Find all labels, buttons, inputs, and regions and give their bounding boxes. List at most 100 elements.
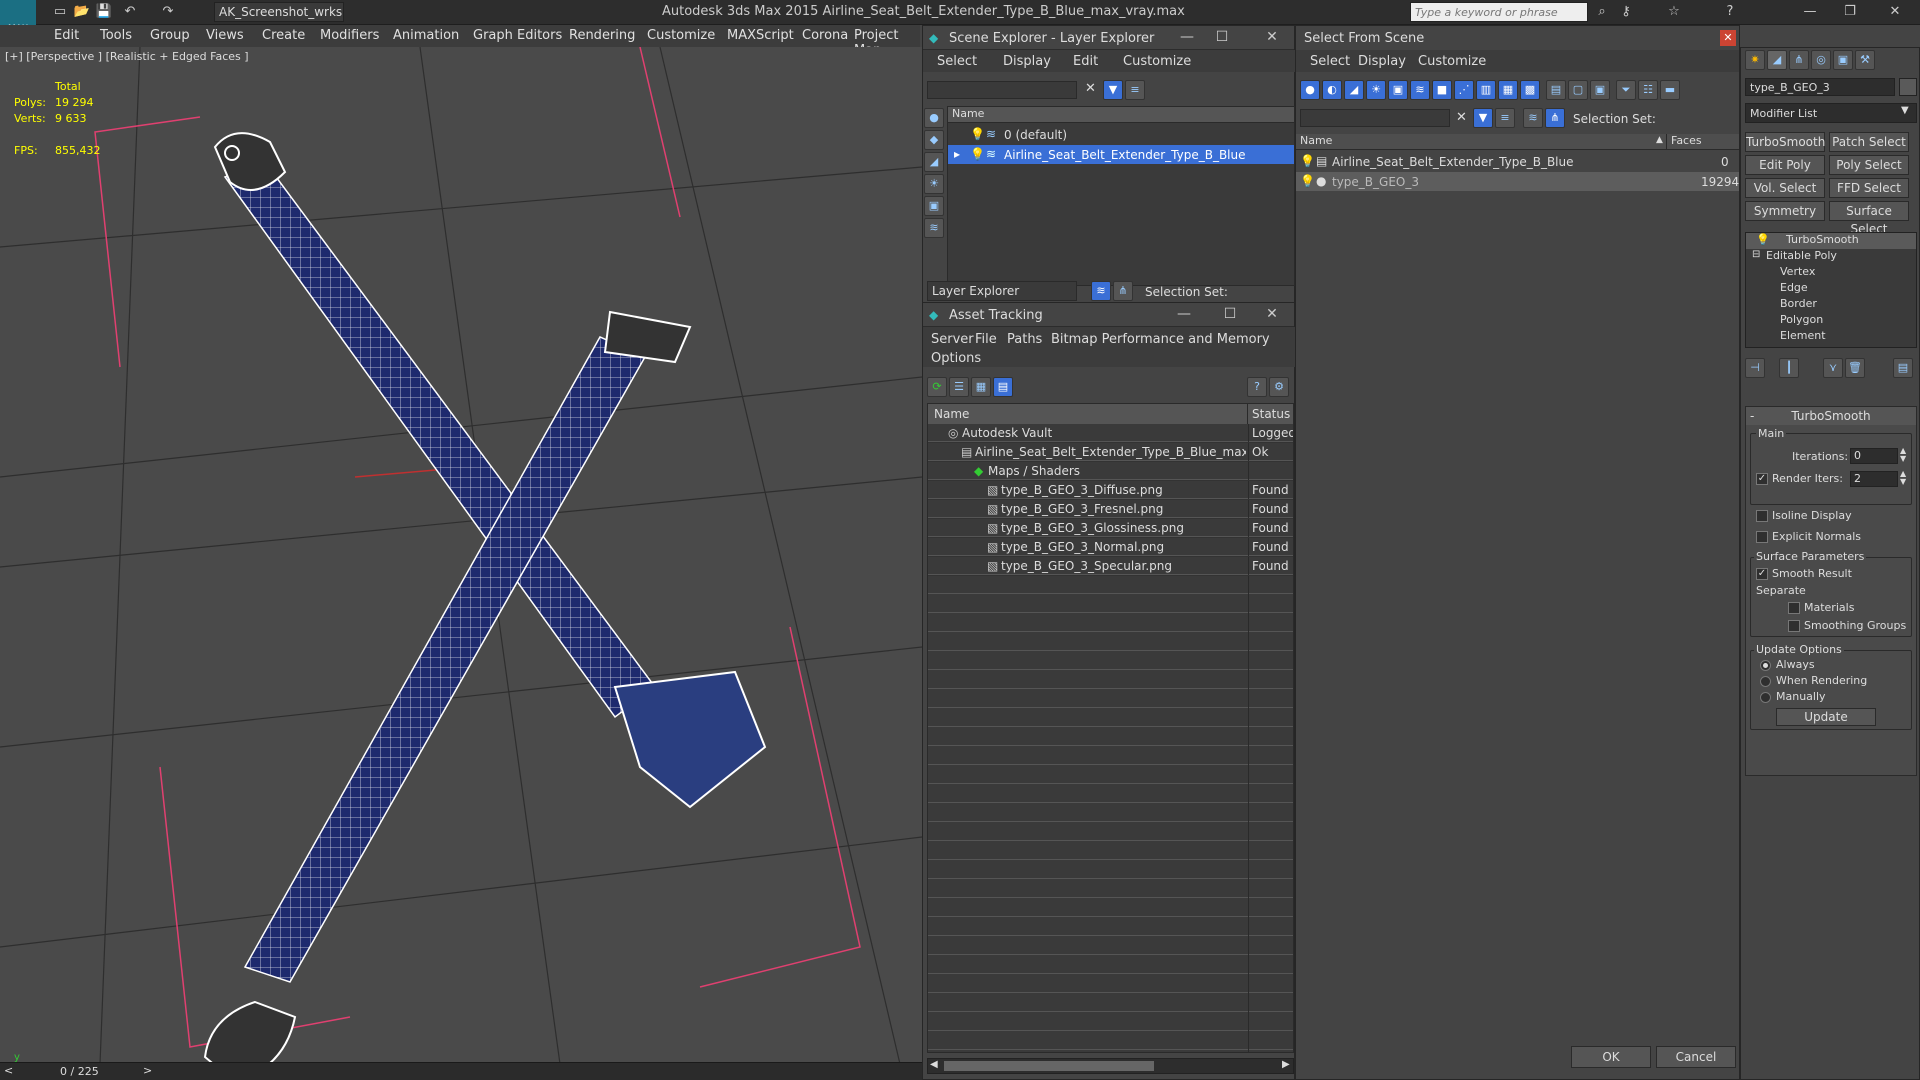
symmetry-button[interactable]: Symmetry <box>1745 201 1825 221</box>
asset-row[interactable]: ▧ type_B_GEO_3_Specular.png Found <box>928 557 1293 576</box>
next-frame-icon[interactable]: > <box>143 1064 152 1077</box>
open-icon[interactable]: 📂 <box>72 2 92 22</box>
hierarchy-icon[interactable]: ⋔ <box>1113 281 1133 301</box>
binoculars-icon[interactable]: ⌕ <box>1592 2 1612 22</box>
ffd-select-button[interactable]: FFD Select <box>1829 178 1909 198</box>
menu-server[interactable]: Server <box>931 332 974 347</box>
layer-row[interactable]: 💡 ≋ 0 (default) <box>948 125 1294 144</box>
menu-maxscript[interactable]: MAXScript <box>727 28 794 43</box>
menu-corona[interactable]: Corona <box>802 28 848 43</box>
select-none-icon[interactable]: ▢ <box>1568 80 1588 100</box>
ok-button[interactable]: OK <box>1571 1046 1651 1068</box>
select-all-icon[interactable]: ▤ <box>1546 80 1566 100</box>
asset-row[interactable]: ▧ type_B_GEO_3_Diffuse.png Found <box>928 481 1293 500</box>
configure-sets-icon[interactable]: ▤ <box>1893 358 1913 378</box>
update-button[interactable]: Update <box>1776 708 1876 726</box>
menu-rendering[interactable]: Rendering <box>569 28 635 43</box>
column-header-name[interactable]: Name <box>948 107 1294 123</box>
column-header-faces[interactable]: Faces <box>1666 134 1739 150</box>
render-iters-checkbox[interactable]: ✓ <box>1756 473 1768 485</box>
modifier-list-dropdown[interactable]: Modifier List <box>1745 103 1917 123</box>
new-icon[interactable]: ▭ <box>50 2 70 22</box>
search-input[interactable]: Type a keyword or phrase <box>1410 2 1588 22</box>
menu-group[interactable]: Group <box>150 28 190 43</box>
stack-item-polygon[interactable]: Polygon <box>1746 313 1916 329</box>
workspace-dropdown[interactable]: AK_Screenshot_wrksp <box>214 2 344 22</box>
menu-customize[interactable]: Customize <box>1418 54 1486 69</box>
smoothing-groups-checkbox[interactable] <box>1788 620 1800 632</box>
modify-tab-icon[interactable]: ◢ <box>1767 50 1787 70</box>
filter-frozen-icon[interactable]: ▩ <box>1520 80 1540 100</box>
sort-icon[interactable]: ☷ <box>1638 80 1658 100</box>
timeline-position[interactable]: 0 / 225 <box>60 1065 99 1078</box>
close-icon[interactable]: ✕ <box>1720 30 1736 46</box>
stack-item-border[interactable]: Border <box>1746 297 1916 313</box>
menu-display[interactable]: Display <box>1003 54 1051 69</box>
filter-icon[interactable]: ▼ <box>1473 108 1493 128</box>
filter-xrefs-icon[interactable]: ⋰ <box>1454 80 1474 100</box>
filter-helpers-icon[interactable]: ▣ <box>1388 80 1408 100</box>
close-icon[interactable]: ✕ <box>1263 306 1281 322</box>
column-header-name[interactable]: Name <box>928 404 1248 424</box>
menu-customize[interactable]: Customize <box>647 28 715 43</box>
expand-arrow-icon[interactable]: ▸ <box>954 147 960 161</box>
filter-icon[interactable]: ▼ <box>1103 80 1123 100</box>
minimize-icon[interactable]: — <box>1800 2 1820 22</box>
remove-modifier-icon[interactable]: 🗑 <box>1845 358 1865 378</box>
light-bulb-icon[interactable]: 💡 <box>1756 233 1770 246</box>
render-iters-spinner[interactable]: 2 <box>1850 471 1898 487</box>
isoline-display-checkbox[interactable] <box>1756 510 1768 522</box>
menu-views[interactable]: Views <box>206 28 244 43</box>
filter-geometry-icon[interactable]: ● <box>1300 80 1320 100</box>
materials-checkbox[interactable] <box>1788 602 1800 614</box>
filter-spacewarps-icon[interactable]: ≋ <box>1410 80 1430 100</box>
layers-icon[interactable]: ≡ <box>1495 108 1515 128</box>
restore-icon[interactable]: ❐ <box>1840 2 1860 22</box>
clear-search-icon[interactable]: ✕ <box>1085 81 1096 96</box>
filter-lights-icon[interactable]: ◢ <box>1344 80 1364 100</box>
asset-row[interactable]: ▧ type_B_GEO_3_Normal.png Found <box>928 538 1293 557</box>
maximize-icon[interactable]: ☐ <box>1213 29 1231 45</box>
list-view-icon[interactable]: ☰ <box>949 377 969 397</box>
scene-explorer-title[interactable]: Scene Explorer - Layer Explorer <box>923 26 1294 50</box>
hierarchy-tab-icon[interactable]: ⋔ <box>1789 50 1809 70</box>
rollout-header[interactable]: - TurboSmooth <box>1746 407 1916 425</box>
light-bulb-icon[interactable]: 💡 <box>970 147 985 161</box>
clear-search-icon[interactable]: ✕ <box>1456 110 1467 125</box>
dialog-title[interactable]: Select From Scene <box>1296 26 1739 50</box>
minimize-icon[interactable]: — <box>1178 29 1196 45</box>
show-end-result-icon[interactable]: ┃ <box>1779 358 1799 378</box>
menu-select[interactable]: Select <box>1310 54 1350 69</box>
asset-row[interactable]: ▧ type_B_GEO_3_Glossiness.png Found <box>928 519 1293 538</box>
menu-customize[interactable]: Customize <box>1123 54 1191 69</box>
object-color-swatch[interactable] <box>1899 78 1917 96</box>
stack-item-editable-poly[interactable]: ⊟ Editable Poly <box>1746 249 1916 265</box>
filter-cameras-icon[interactable]: ☀ <box>1366 80 1386 100</box>
menu-edit[interactable]: Edit <box>1073 54 1098 69</box>
iterations-spinner[interactable]: 0 <box>1850 448 1898 464</box>
menu-modifiers[interactable]: Modifiers <box>320 28 379 43</box>
patch-select-button[interactable]: Patch Select <box>1829 132 1909 152</box>
maximize-icon[interactable]: ☐ <box>1221 306 1239 322</box>
collapse-icon[interactable]: ▬ <box>1660 80 1680 100</box>
stack-item-element[interactable]: Element <box>1746 329 1916 345</box>
layer-explorer-icon[interactable]: ≋ <box>1091 281 1111 301</box>
collapse-icon[interactable]: - <box>1750 407 1754 425</box>
time-slider[interactable]: < 0 / 225 > <box>0 1062 922 1080</box>
menu-options[interactable]: Options <box>931 351 981 366</box>
sort-up-icon[interactable]: ▲ <box>1656 135 1663 145</box>
menu-edit[interactable]: Edit <box>54 28 79 43</box>
make-unique-icon[interactable]: ⋎ <box>1823 358 1843 378</box>
star-icon[interactable]: ☆ <box>1664 2 1684 22</box>
stack-item-vertex[interactable]: Vertex <box>1746 265 1916 281</box>
menu-file[interactable]: File <box>975 332 997 347</box>
hierarchy-icon[interactable]: ⋔ <box>1545 108 1565 128</box>
scroll-left-icon[interactable]: ◀ <box>930 1059 938 1070</box>
pin-stack-icon[interactable]: ⊣ <box>1745 358 1765 378</box>
stack-item-turbosmooth[interactable]: 💡 TurboSmooth <box>1746 233 1916 249</box>
minimize-icon[interactable]: — <box>1175 306 1193 322</box>
filter-containers-icon[interactable]: ▦ <box>1498 80 1518 100</box>
redo-icon[interactable]: ↷ <box>158 2 178 22</box>
menu-select[interactable]: Select <box>937 54 977 69</box>
asset-row[interactable]: ▤ Airline_Seat_Belt_Extender_Type_B_Blue_… <box>928 443 1293 462</box>
